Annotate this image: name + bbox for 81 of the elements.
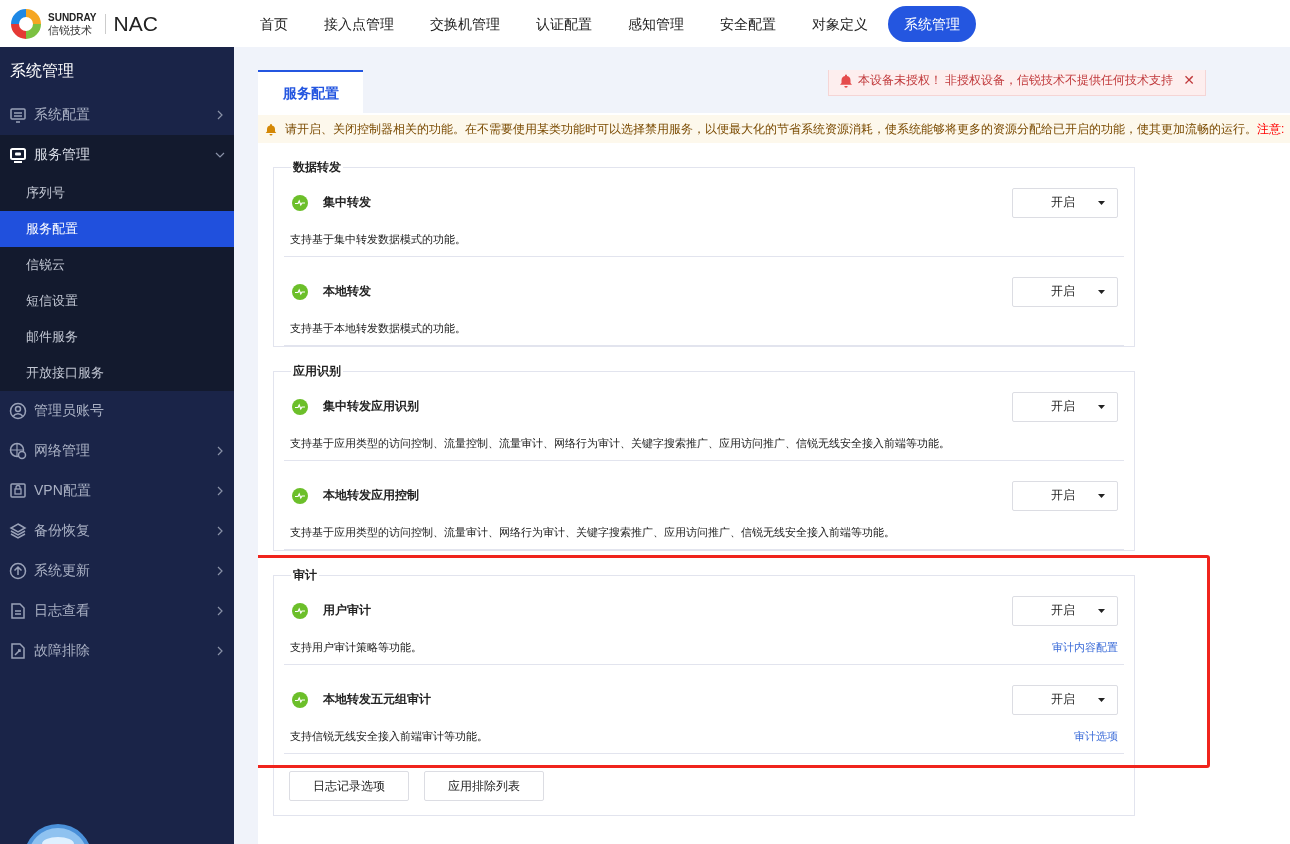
sidebar-item[interactable]: 故障排除 xyxy=(0,631,234,671)
status-dropdown[interactable]: 开启 xyxy=(1012,595,1118,626)
service-description: 支持信锐无线安全接入前端审计等功能。 xyxy=(290,728,489,744)
service-description: 支持基于应用类型的访问控制、流量审计、网络行为审计、关键字搜索推广、应用访问推广、信锐无线安全接入前端等功能。 xyxy=(290,524,896,540)
caret-icon xyxy=(1098,289,1105,294)
service-name: 本地转发应用控制 xyxy=(323,487,420,504)
config-link[interactable]: 审计内容配置 xyxy=(1052,639,1118,655)
sidebar-item[interactable]: VPN配置 xyxy=(0,471,234,511)
layers-icon xyxy=(9,522,27,540)
globe-icon xyxy=(9,442,27,460)
caret-icon xyxy=(1098,608,1105,613)
sidebar-item[interactable]: 系统配置 xyxy=(0,95,234,135)
product-name: NAC xyxy=(113,11,158,36)
section-title: 数据转发 xyxy=(291,159,343,175)
nav-tab[interactable]: 对象定义 xyxy=(796,5,884,42)
sidebar-title: 系统管理 xyxy=(9,61,75,81)
pulse-icon xyxy=(292,602,308,619)
sidebar-item[interactable]: 日志查看 xyxy=(0,591,234,631)
sidebar-item[interactable]: 备份恢复 xyxy=(0,511,234,551)
service-name: 本地转发五元组审计 xyxy=(323,691,432,708)
pulse-icon xyxy=(292,283,308,300)
nav-tab[interactable]: 认证配置 xyxy=(520,5,608,42)
section-title: 审计 xyxy=(291,567,319,583)
bell-icon xyxy=(265,122,277,136)
upload-icon xyxy=(9,562,27,580)
nav-tab[interactable]: 首页 xyxy=(244,5,304,42)
sidebar-item[interactable]: 服务管理 xyxy=(0,135,234,175)
caret-icon xyxy=(1098,493,1105,498)
monitor-icon xyxy=(9,106,27,124)
status-dropdown[interactable]: 开启 xyxy=(1012,391,1118,422)
section-title: 应用识别 xyxy=(291,363,343,379)
service-description: 支持基于本地转发数据模式的功能。 xyxy=(290,320,467,336)
nav-tab[interactable]: 系统管理 xyxy=(888,5,976,42)
submenu-item[interactable]: 邮件服务 xyxy=(0,319,234,355)
nav-tab[interactable]: 接入点管理 xyxy=(308,5,410,42)
document-icon xyxy=(9,642,27,660)
pulse-icon xyxy=(292,487,308,504)
nav-tab[interactable]: 感知管理 xyxy=(612,5,700,42)
service-description: 支持用户审计策略等功能。 xyxy=(290,639,423,655)
status-dropdown[interactable]: 开启 xyxy=(1012,480,1118,511)
pulse-icon xyxy=(292,194,308,211)
service-description: 支持基于应用类型的访问控制、流量控制、流量审计、网络行为审计、关键字搜索推广、应用访问推广、信锐无线安全接入前端等功能。 xyxy=(290,435,951,451)
pulse-icon xyxy=(292,691,308,708)
status-dropdown[interactable]: 开启 xyxy=(1012,684,1118,715)
user-icon xyxy=(9,402,27,420)
document-icon xyxy=(9,602,27,620)
caret-icon xyxy=(1098,697,1105,702)
nav-tab[interactable]: 交换机管理 xyxy=(414,5,516,42)
service-name: 集中转发应用识别 xyxy=(323,398,420,415)
pulse-icon xyxy=(292,398,308,415)
brand-name-cn: 信锐技术 xyxy=(48,23,93,36)
submenu-item[interactable]: 序列号 xyxy=(0,175,234,211)
bell-icon xyxy=(839,72,853,88)
close-button[interactable]: ✕ xyxy=(1183,72,1196,88)
nav-tab[interactable]: 安全配置 xyxy=(704,5,792,42)
option-button[interactable]: 应用排除列表 xyxy=(424,771,544,801)
sidebar-item[interactable]: 管理员账号 xyxy=(0,391,234,431)
caret-icon xyxy=(1098,404,1105,409)
tab[interactable]: 服务配置 xyxy=(258,70,363,113)
lock-icon xyxy=(9,482,27,500)
warning-label: 注意: xyxy=(1257,120,1285,138)
brand-name: SUNDRAY xyxy=(48,11,97,24)
service-description: 支持基于集中转发数据模式的功能。 xyxy=(290,231,467,247)
sidebar-item[interactable]: 网络管理 xyxy=(0,431,234,471)
service-name: 本地转发 xyxy=(323,283,372,300)
caret-icon xyxy=(1098,200,1105,205)
config-link[interactable]: 审计选项 xyxy=(1074,728,1118,744)
submenu-item[interactable]: 短信设置 xyxy=(0,283,234,319)
submenu-item[interactable]: 开放接口服务 xyxy=(0,355,234,391)
logo-icon xyxy=(9,6,43,41)
status-dropdown[interactable]: 开启 xyxy=(1012,187,1118,218)
alert-text: 本设备未授权！ 非授权设备，信锐技术不提供任何技术支持 xyxy=(858,71,1174,89)
service-name: 用户审计 xyxy=(323,602,372,619)
notice-text: 请开启、关闭控制器相关的功能。在不需要使用某类功能时可以选择禁用服务，以便最大化的节省系统资源消耗，使系统能够将更多的资源分配给已开启的功能，使其更加流畅的运行。 xyxy=(285,120,1257,138)
submenu-item[interactable]: 信锐云 xyxy=(0,247,234,283)
monitor-icon xyxy=(9,146,27,164)
submenu-item[interactable]: 服务配置 xyxy=(0,211,234,247)
option-button[interactable]: 日志记录选项 xyxy=(289,771,409,801)
service-name: 集中转发 xyxy=(323,194,372,211)
sidebar-item[interactable]: 系统更新 xyxy=(0,551,234,591)
status-dropdown[interactable]: 开启 xyxy=(1012,276,1118,307)
